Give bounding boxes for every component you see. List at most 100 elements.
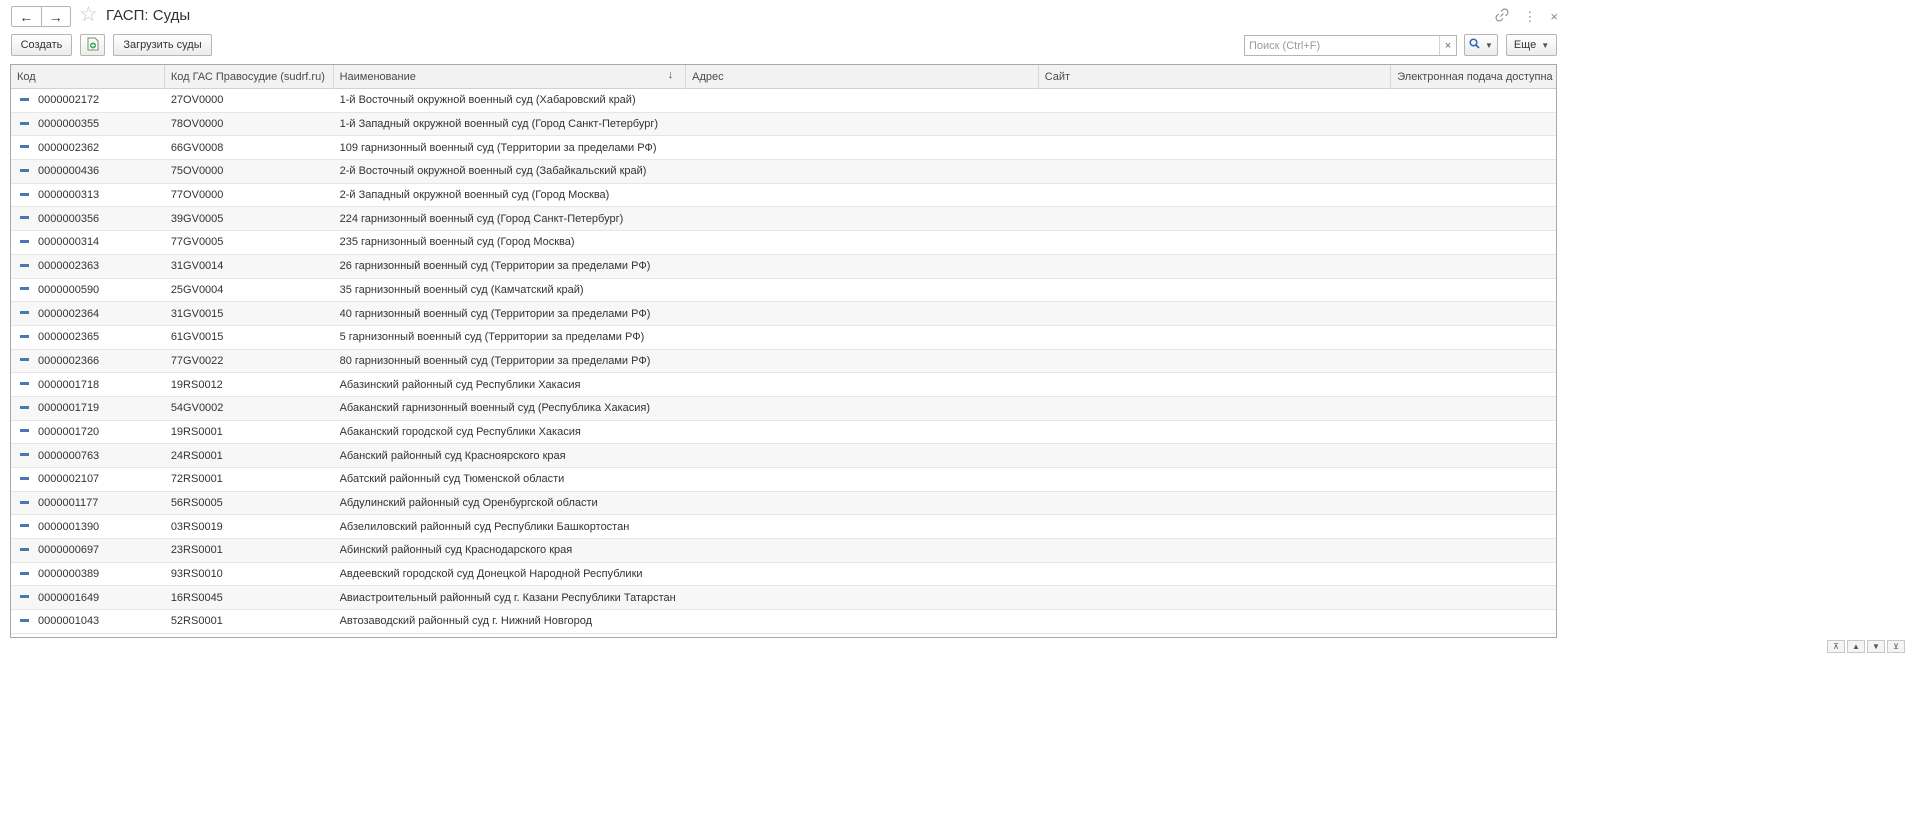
add-document-button[interactable] [80, 34, 105, 56]
cell-address [686, 279, 1039, 302]
cell-name: 235 гарнизонный военный суд (Город Москв… [339, 236, 575, 249]
cell-address [686, 586, 1039, 609]
cell-address [686, 539, 1039, 562]
cell-gas-code: 19RS0001 [170, 425, 223, 438]
cell-gas-code: 19RS0012 [170, 378, 223, 391]
cell-site [1039, 350, 1392, 373]
table-row[interactable]: 0000000763 24RS0001 Абанский районный су… [11, 444, 1556, 468]
cell-gas-code: 54GV0002 [170, 402, 224, 415]
table-row[interactable]: 0000001649 16RS0045 Авиастроительный рай… [11, 586, 1556, 611]
cell-gas-code: 61GV0015 [170, 331, 224, 344]
column-header-name[interactable]: Наименование ↓ [334, 65, 687, 89]
table-row[interactable]: 0000001390 03RS0019 Абзелиловский районн… [11, 515, 1556, 540]
create-button[interactable]: Создать [11, 34, 72, 56]
cell-name: 40 гарнизонный военный суд (Территории з… [339, 307, 651, 320]
cell-address [686, 563, 1039, 586]
column-header-site[interactable]: Сайт [1039, 65, 1392, 89]
table-row[interactable]: 0000002107 72RS0001 Абатский районный су… [11, 468, 1556, 492]
table-row[interactable]: 0000002172 27OV0000 1-й Восточный окружн… [11, 89, 1556, 113]
cell-site [1039, 468, 1392, 491]
cell-code: 0000000763 [11, 444, 165, 467]
cell-site [1039, 113, 1392, 136]
table-row[interactable]: 0000001720 19RS0001 Абаканский городской… [11, 421, 1556, 445]
column-header-electronic-filing[interactable]: Электронная подача доступна [1391, 65, 1556, 89]
cell-electronic-filing [1391, 231, 1556, 254]
cell-address [686, 373, 1039, 396]
table-row[interactable]: 0000001718 19RS0012 Абазинский районный … [11, 373, 1556, 397]
scroll-to-top-icon[interactable]: ⊼ [1827, 640, 1845, 653]
table-row[interactable]: 0000000590 25GV0004 35 гарнизонный военн… [11, 279, 1556, 303]
cell-code-text: 0000002362 [38, 141, 100, 154]
cell-site [1039, 397, 1392, 420]
catalog-item-icon [20, 216, 29, 220]
cell-code-text: 0000000436 [38, 165, 100, 178]
cell-name: Авдеевский городской суд Донецкой Народн… [339, 568, 643, 581]
catalog-item-icon [20, 192, 29, 196]
table-row[interactable]: 0000000355 78OV0000 1-й Западный окружно… [11, 112, 1556, 137]
search-button[interactable]: ▼ [1464, 34, 1498, 56]
catalog-item-icon [20, 121, 29, 125]
cell-site [1039, 444, 1392, 467]
table-row[interactable]: 0000000697 23RS0001 Абинский районный су… [11, 539, 1556, 563]
cell-site [1039, 89, 1392, 112]
cell-address [686, 350, 1039, 373]
cell-code-text: 0000001720 [38, 425, 100, 438]
more-menu-button[interactable]: Еще ▼ [1506, 34, 1557, 56]
table-row[interactable]: 0000002366 77GV0022 80 гарнизонный военн… [11, 349, 1556, 374]
cell-code-text: 0000000763 [38, 449, 100, 462]
cell-code-text: 0000001649 [38, 591, 100, 604]
cell-site [1039, 255, 1392, 278]
table-row[interactable]: 0000001177 56RS0005 Абдулинский районный… [11, 491, 1556, 516]
table-row[interactable]: 0000001719 54GV0002 Абаканский гарнизонн… [11, 396, 1556, 421]
cell-name: Абатский районный суд Тюменской области [339, 473, 565, 486]
cell-electronic-filing [1391, 444, 1556, 467]
cell-address [686, 444, 1039, 467]
table-row[interactable]: 0000000436 75OV0000 2-й Восточный окружн… [11, 160, 1556, 184]
table-row[interactable]: 0000002365 61GV0015 5 гарнизонный военны… [11, 326, 1556, 350]
cell-electronic-filing [1391, 350, 1556, 373]
forward-button[interactable]: → [40, 7, 71, 26]
cell-address [686, 136, 1039, 159]
search-clear-button[interactable]: × [1439, 36, 1456, 55]
search-icon [1469, 38, 1480, 52]
table-row[interactable]: 0000000313 77OV0000 2-й Западный окружно… [11, 184, 1556, 208]
scroll-to-bottom-icon[interactable]: ⊻ [1887, 640, 1905, 653]
scroll-up-icon[interactable]: ▲ [1847, 640, 1865, 653]
table-row[interactable]: 0000002364 31GV0015 40 гарнизонный военн… [11, 302, 1556, 326]
cell-code: 0000001718 [11, 373, 165, 396]
close-icon[interactable]: × [1550, 9, 1558, 25]
table-row[interactable]: 0000000356 39GV0005 224 гарнизонный воен… [11, 207, 1556, 232]
cell-name: Абдулинский районный суд Оренбургской об… [339, 497, 598, 510]
table-row[interactable]: 0000002362 66GV0008 109 гарнизонный воен… [11, 136, 1556, 161]
more-vertical-icon[interactable]: ⋮ [1523, 9, 1536, 25]
table-row[interactable]: 0000000389 93RS0010 Авдеевский городской… [11, 563, 1556, 587]
table-row[interactable]: 0000001043 52RS0001 Автозаводский районн… [11, 610, 1556, 634]
cell-name: 1-й Западный окружной военный суд (Город… [339, 118, 659, 131]
search-input[interactable] [1245, 36, 1439, 55]
star-icon[interactable]: ☆ [79, 4, 98, 26]
cell-code: 0000000436 [11, 160, 165, 183]
cell-electronic-filing [1391, 468, 1556, 491]
table-row[interactable]: 0000002363 31GV0014 26 гарнизонный военн… [11, 254, 1556, 279]
link-icon[interactable] [1495, 8, 1509, 26]
load-courts-button[interactable]: Загрузить суды [113, 34, 212, 56]
scroll-down-icon[interactable]: ▼ [1867, 640, 1885, 653]
cell-code: 0000000314 [11, 231, 165, 254]
column-header-gas-code[interactable]: Код ГАС Правосудие (sudrf.ru) [165, 65, 334, 89]
cell-site [1039, 586, 1392, 609]
column-header-address[interactable]: Адрес [686, 65, 1039, 89]
cell-electronic-filing [1391, 563, 1556, 586]
chevron-down-icon: ▼ [1485, 40, 1493, 50]
column-header-code[interactable]: Код [11, 65, 165, 89]
cell-address [686, 113, 1039, 136]
back-button[interactable]: ← [12, 7, 41, 26]
chevron-down-icon: ▼ [1541, 40, 1550, 50]
cell-site [1039, 610, 1392, 633]
cell-code-text: 0000000590 [38, 283, 100, 296]
table-row[interactable]: 0000000314 77GV0005 235 гарнизонный воен… [11, 231, 1556, 255]
cell-code: 0000001719 [11, 397, 165, 420]
document-add-icon [87, 37, 99, 54]
cell-site [1039, 492, 1392, 515]
catalog-item-icon [20, 500, 29, 504]
cell-name: 80 гарнизонный военный суд (Территории з… [339, 354, 651, 367]
